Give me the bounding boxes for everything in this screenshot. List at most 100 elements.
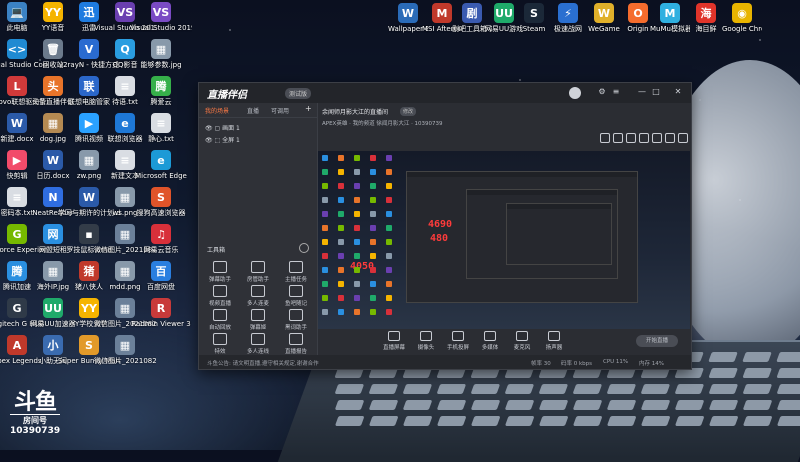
control-button[interactable]: 直播屏幕: [380, 331, 408, 351]
app-icon: S: [524, 3, 544, 23]
preview-tool-icon[interactable]: [600, 133, 610, 143]
desktop-icon[interactable]: ▦ 能够参数.jpg: [130, 39, 192, 69]
close-icon[interactable]: ✕: [673, 87, 683, 97]
toolbox-item[interactable]: 视频直播: [203, 285, 237, 307]
control-label: 摄像头: [417, 345, 435, 351]
keyboard-key: [504, 416, 535, 426]
toolbox-item[interactable]: 自动回放: [203, 309, 237, 331]
keyboard-key: [368, 416, 399, 426]
room-number: 10390739: [10, 426, 61, 436]
preview-tool-icon[interactable]: [678, 133, 688, 143]
live-preview[interactable]: 4690 480 4050: [318, 151, 690, 329]
control-button[interactable]: 麦克风: [508, 331, 536, 351]
keyboard-key: [640, 416, 671, 426]
tool-label: 主播任务: [284, 277, 307, 283]
cpu-status: CPU 11%: [603, 359, 629, 365]
desktop-icon[interactable]: ▦ 微信图片_2021082...: [94, 335, 156, 365]
app-icon: S: [151, 187, 171, 207]
desktop-icon[interactable]: S 搜狗高速浏览器: [130, 187, 192, 217]
preview-desktop-icon: [322, 309, 328, 315]
keyboard-key: [470, 416, 501, 426]
keyboard-key: [436, 384, 467, 394]
desktop-icon[interactable]: ◉ Google Chrome: [722, 3, 762, 33]
toolbox-item[interactable]: 多人连线: [241, 333, 275, 355]
start-live-button[interactable]: 开始直播: [636, 335, 678, 347]
control-label: 麦克风: [513, 345, 531, 351]
desktop-icon[interactable]: M MuMu模拟器: [650, 3, 690, 33]
keyboard-key: [402, 400, 433, 410]
toolbox-item[interactable]: 黑词助手: [279, 309, 313, 331]
toolbox-item[interactable]: 鱼吧随记: [279, 285, 313, 307]
toolbox-item[interactable]: 房管助手: [241, 261, 275, 283]
keyboard-key: [640, 384, 671, 394]
preview-desktop-icon: [370, 169, 376, 175]
preview-tool-icon[interactable]: [626, 133, 636, 143]
avatar[interactable]: [569, 87, 581, 99]
tool-label: 黑词助手: [284, 325, 307, 331]
keyboard-key: [708, 368, 739, 378]
desktop-icon[interactable]: ♫ 网易云音乐: [130, 224, 192, 254]
toolbox-item[interactable]: 弹幕助手: [203, 261, 237, 283]
desktop-icon-label: 搜狗高速浏览器: [136, 209, 186, 217]
control-button[interactable]: 摄像头: [412, 331, 440, 351]
keyboard-key: [776, 400, 800, 410]
menu-icon[interactable]: ≡: [611, 87, 621, 97]
desktop-icon[interactable]: R Radmin Viewer 3: [130, 298, 192, 328]
control-button[interactable]: 扬声器: [540, 331, 568, 351]
tab-available[interactable]: 可调用: [271, 106, 289, 115]
preview-desktop-icon: [354, 309, 360, 315]
minimize-icon[interactable]: —: [637, 87, 647, 97]
control-button[interactable]: 手机投屏: [444, 331, 472, 351]
preview-desktop-icon: [354, 239, 360, 245]
desktop-icon[interactable]: e Microsoft Edge: [130, 150, 192, 180]
tab-live[interactable]: 直播: [247, 106, 259, 115]
desktop-icon[interactable]: ≡ 静心.txt: [130, 113, 192, 143]
toolbox-item[interactable]: 多人连麦: [241, 285, 275, 307]
toolbox-item[interactable]: 主播任务: [279, 261, 313, 283]
maximize-icon[interactable]: □: [651, 87, 661, 97]
source-item[interactable]: 👁 ▢ 画面 1: [205, 123, 240, 132]
desktop-icon[interactable]: 百百度网盘: [130, 261, 192, 291]
preview-desktop-icon: [338, 295, 344, 301]
preview-desktop-icon: [322, 225, 328, 231]
preview-tool-icon[interactable]: [665, 133, 675, 143]
source-item[interactable]: 👁 ⬚ 全屏 1: [205, 135, 240, 144]
toolbox-item[interactable]: 直播报告: [279, 333, 313, 355]
desktop-icon[interactable]: VS Visual Studio 2019: [130, 2, 192, 32]
preview-desktop-icon: [386, 183, 392, 189]
window-titlebar[interactable]: 直播伴侣 测试版 ⚙ ≡ — □ ✕: [199, 83, 691, 103]
desktop-icon[interactable]: ⚡ 极速战网: [548, 3, 588, 33]
tab-my-scenes[interactable]: 我的场景: [205, 106, 229, 115]
tool-icon: [289, 261, 303, 273]
desktop-icon[interactable]: 海海目鲜: [686, 3, 726, 33]
keyboard-key: [572, 384, 603, 394]
toolbox-item[interactable]: 特效: [203, 333, 237, 355]
keyboard-key: [334, 400, 365, 410]
control-icon: [516, 331, 528, 341]
keyboard-key: [334, 416, 365, 426]
edit-title-button[interactable]: 修改: [400, 107, 417, 116]
preview-desktop-icon: [322, 155, 328, 161]
preview-tool-icon[interactable]: [639, 133, 649, 143]
control-button[interactable]: 多媒体: [476, 331, 504, 351]
preview-desktop-icon: [370, 211, 376, 217]
app-icon: ▦: [151, 39, 171, 59]
keyboard-key: [708, 384, 739, 394]
app-icon: W: [594, 3, 614, 23]
desktop-icon[interactable]: 腾腾爱云: [130, 76, 192, 106]
keyboard-key: [742, 368, 773, 378]
preview-desktop-icon: [354, 267, 360, 273]
app-icon: UU: [494, 3, 514, 23]
preview-tool-icon[interactable]: [652, 133, 662, 143]
toolbox-collapse-icon[interactable]: [299, 243, 309, 253]
preview-desktop-icon: [354, 183, 360, 189]
preview-desktop-icon: [322, 281, 328, 287]
settings-icon[interactable]: ⚙: [597, 87, 607, 97]
preview-desktop-icon: [386, 225, 392, 231]
preview-desktop-icon: [338, 169, 344, 175]
toolbox-item[interactable]: 弹幕姬: [241, 309, 275, 331]
add-scene-icon[interactable]: +: [305, 104, 312, 113]
preview-desktop-icon: [354, 197, 360, 203]
preview-tool-icon[interactable]: [613, 133, 623, 143]
keyboard-key: [742, 384, 773, 394]
